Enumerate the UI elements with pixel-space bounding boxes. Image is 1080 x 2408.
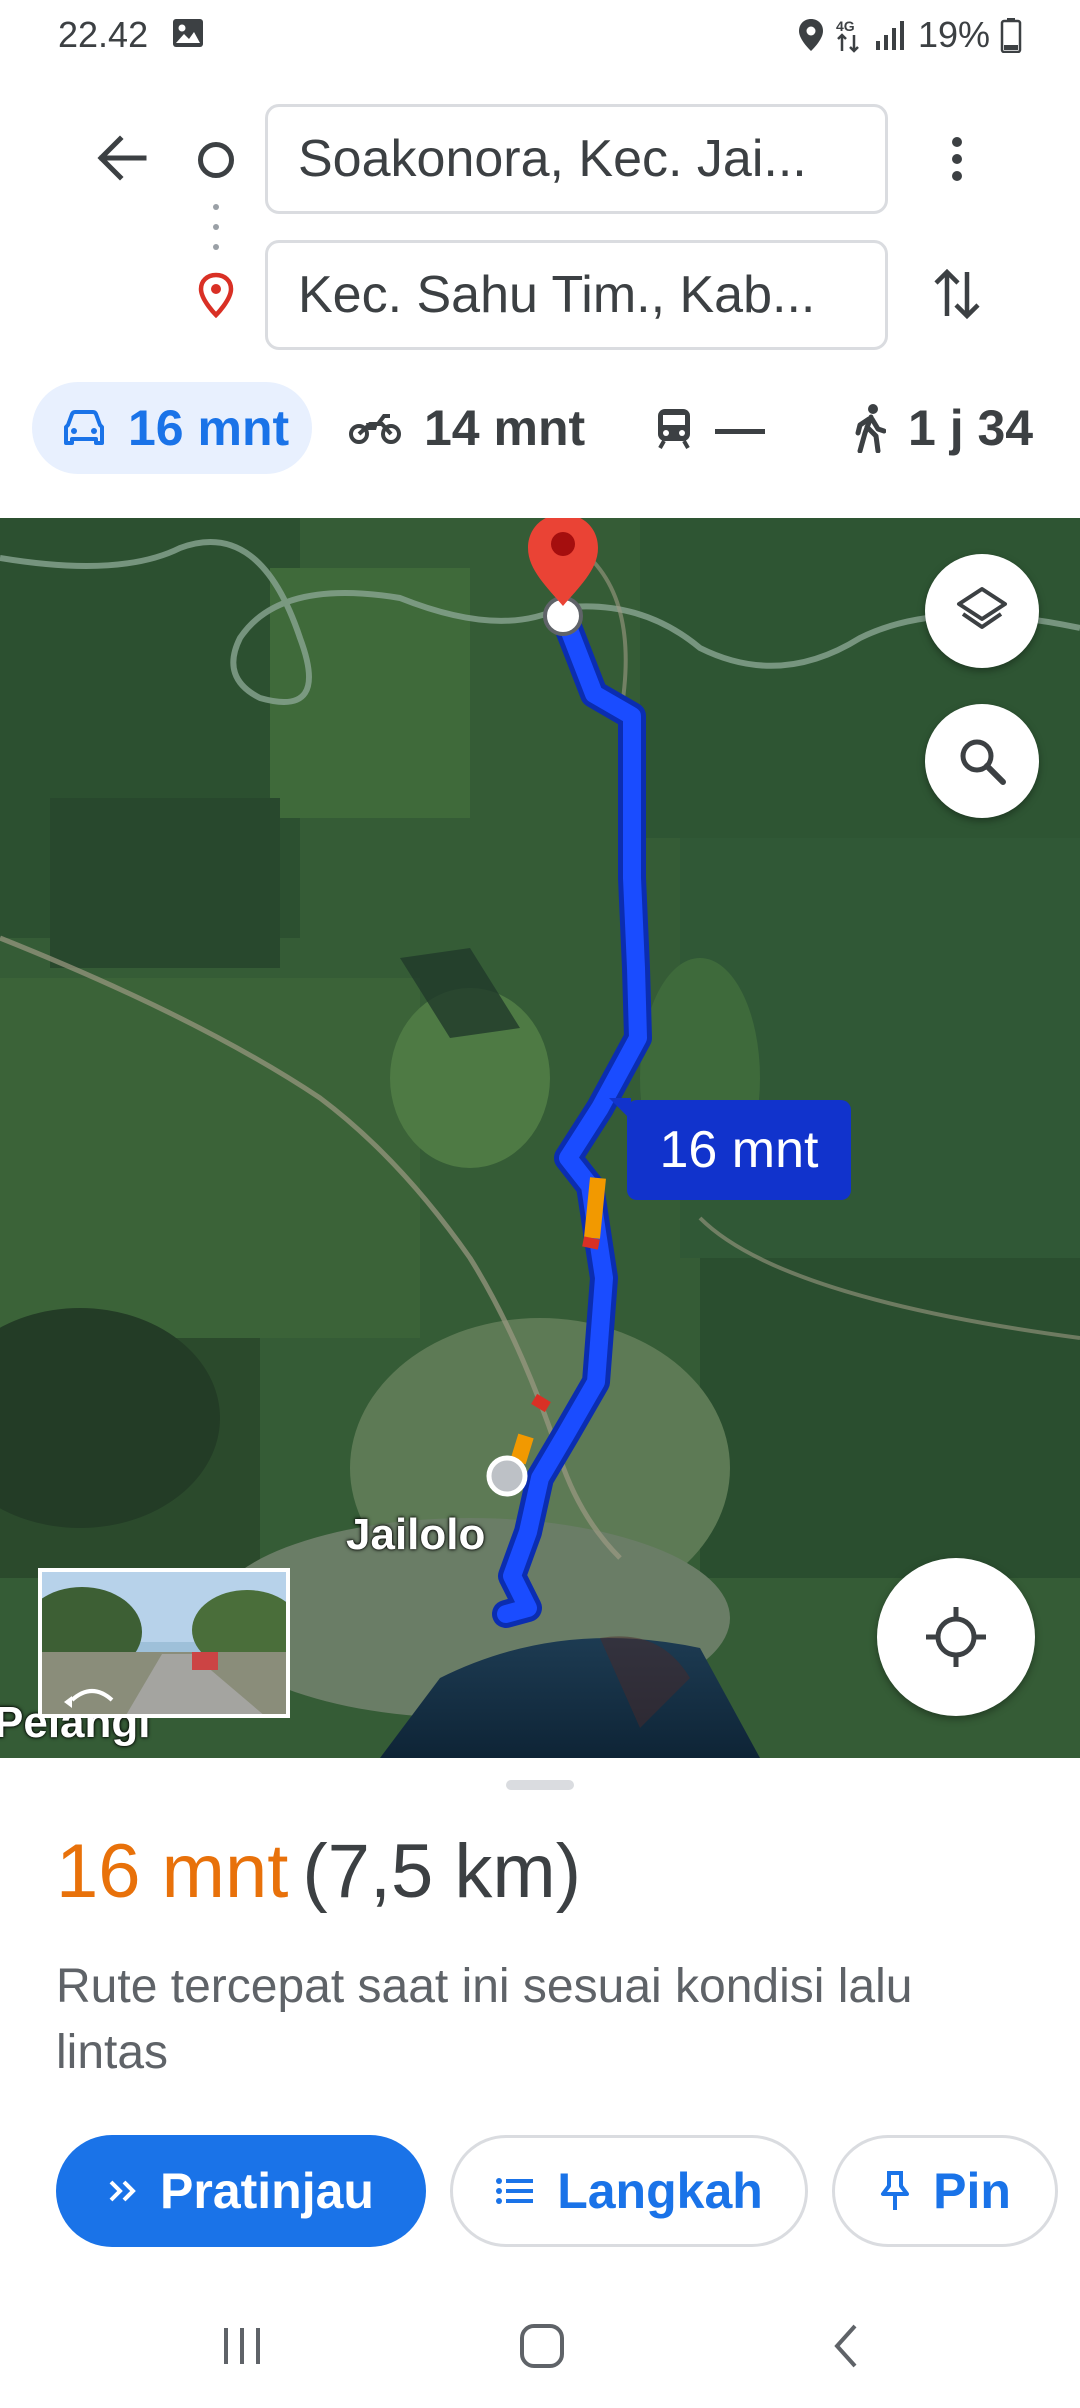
search-along-route-button[interactable] [925,704,1039,818]
walk-icon [855,404,886,453]
swap-vert-icon [934,268,980,320]
network-4g-icon: 4G [836,18,859,53]
street-view-thumbnail[interactable] [38,1568,290,1718]
route-distance: (7,5 km) [302,1829,582,1914]
list-icon [496,2178,534,2204]
mode-car-label: 16 mnt [128,400,290,456]
more-vert-icon [952,137,962,181]
mode-transit-label: — [715,400,765,456]
my-location-icon [926,1607,986,1667]
destination-pin-icon [198,272,234,318]
double-chevron-icon [109,2180,136,2202]
preview-label: Pratinjau [160,2163,374,2219]
battery-percent: 19% [917,14,990,55]
more-options-button[interactable] [930,128,984,190]
mode-car-tab[interactable]: 16 mnt [32,382,312,474]
mode-motorcycle-tab[interactable]: 14 mnt [348,382,585,474]
swap-locations-button[interactable] [925,262,989,326]
train-icon [658,409,690,449]
gallery-notification-icon [173,19,203,47]
status-icons: 4G 19% [798,14,1022,56]
route-actions: Pratinjau Langkah Pin [0,2135,1080,2247]
mode-transit-tab[interactable]: — [655,382,765,474]
pin-label: Pin [933,2163,1011,2219]
system-nav-bar [0,2280,1080,2408]
street-view-image [42,1572,286,1714]
status-time: 22.42 [58,14,149,55]
location-status-icon [798,19,823,51]
travel-mode-tabs: 16 mnt 14 mnt — 1 j 34 [0,382,1080,478]
svg-text:4G: 4G [836,18,855,34]
car-icon [64,410,104,445]
pin-button[interactable]: Pin [832,2135,1058,2247]
sheet-drag-handle[interactable] [506,1780,574,1790]
mode-walk-tab[interactable]: 1 j 34 [852,382,1033,474]
route-duration: 16 mnt [56,1829,289,1914]
map-view[interactable]: 16 mnt Jailolo Pelangi [0,518,1080,1758]
route-summary: 16 mnt (7,5 km) [56,1828,581,1915]
recent-apps-button[interactable] [212,2316,272,2376]
recent-apps-icon [224,2328,260,2364]
arrow-back-icon [97,135,147,181]
chevron-left-icon [834,2324,857,2368]
home-icon [520,2324,564,2368]
search-icon [960,739,1006,785]
home-button[interactable] [512,2316,572,2376]
status-bar: 22.42 4G 19% [0,0,1080,70]
preview-button[interactable]: Pratinjau [56,2135,426,2247]
place-label: Jailolo [346,1510,486,1559]
map-layers-button[interactable] [925,554,1039,668]
layers-icon [957,587,1007,629]
mode-walk-label: 1 j 34 [908,400,1034,456]
steps-label: Langkah [557,2163,763,2219]
my-location-button[interactable] [877,1558,1035,1716]
origin-text: Soakonora, Kec. Jai... [298,130,807,188]
steps-button[interactable]: Langkah [450,2135,808,2247]
destination-field[interactable]: Kec. Sahu Tim., Kab... [265,240,888,350]
mode-motorcycle-label: 14 mnt [424,400,586,456]
motorcycle-icon [349,414,401,444]
origin-circle-icon [198,142,234,178]
route-duration-badge[interactable]: 16 mnt [609,1098,851,1200]
battery-icon [1000,18,1022,53]
route-dots-icon [213,204,219,250]
back-button[interactable] [92,128,152,188]
nav-back-button[interactable] [816,2316,876,2376]
origin-field[interactable]: Soakonora, Kec. Jai... [265,104,888,214]
route-description: Rute tercepat saat ini sesuai kondisi la… [56,1960,913,2079]
pushpin-icon [881,2171,910,2210]
signal-icon [875,21,904,50]
destination-text: Kec. Sahu Tim., Kab... [298,266,816,324]
